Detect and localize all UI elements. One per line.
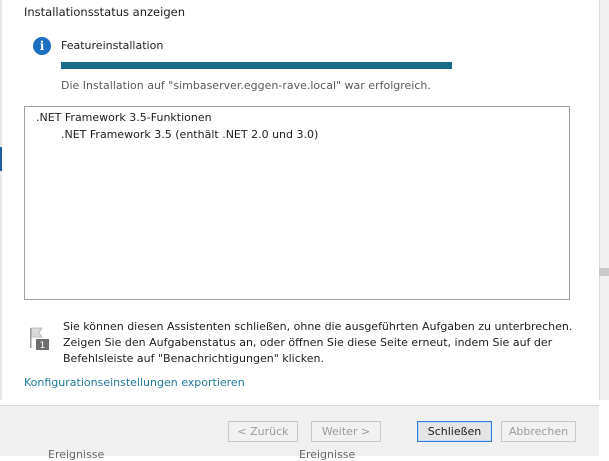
close-button[interactable]: Schließen <box>417 421 492 442</box>
back-button[interactable]: < Zurück <box>228 421 298 442</box>
cancel-button[interactable]: Abbrechen <box>501 421 576 442</box>
left-panel-edge <box>0 0 2 400</box>
note-line: Zeigen Sie den Aufgabenstatus an, oder ö… <box>63 336 553 349</box>
export-config-link[interactable]: Konfigurationseinstellungen exportieren <box>24 376 245 389</box>
progress-bar <box>61 62 452 69</box>
next-button[interactable]: Weiter > <box>311 421 381 442</box>
info-note: Sie können diesen Assistenten schließen,… <box>63 319 573 367</box>
right-scrollbar-thumb[interactable] <box>599 268 609 276</box>
right-scrollbar-track[interactable] <box>599 0 609 400</box>
left-panel-accent <box>0 147 2 171</box>
note-line: Sie können diesen Assistenten schließen,… <box>63 320 573 333</box>
page-title: Installationsstatus anzeigen <box>24 5 185 19</box>
status-text: Die Installation auf "simbaserver.eggen-… <box>61 79 431 92</box>
note-line: Befehlsleiste auf "Benachrichtigungen" k… <box>63 352 325 365</box>
list-item-child: .NET Framework 3.5 (enthält .NET 2.0 und… <box>61 128 319 141</box>
notification-flag-icon: 1 <box>28 325 50 351</box>
progress-label: Featureinstallation <box>61 39 164 52</box>
list-item-parent: .NET Framework 3.5-Funktionen <box>36 111 212 124</box>
notification-count: 1 <box>40 341 46 351</box>
progress-bar-fill <box>61 62 452 69</box>
info-icon: i <box>33 37 51 55</box>
results-list[interactable]: .NET Framework 3.5-Funktionen .NET Frame… <box>24 106 570 300</box>
